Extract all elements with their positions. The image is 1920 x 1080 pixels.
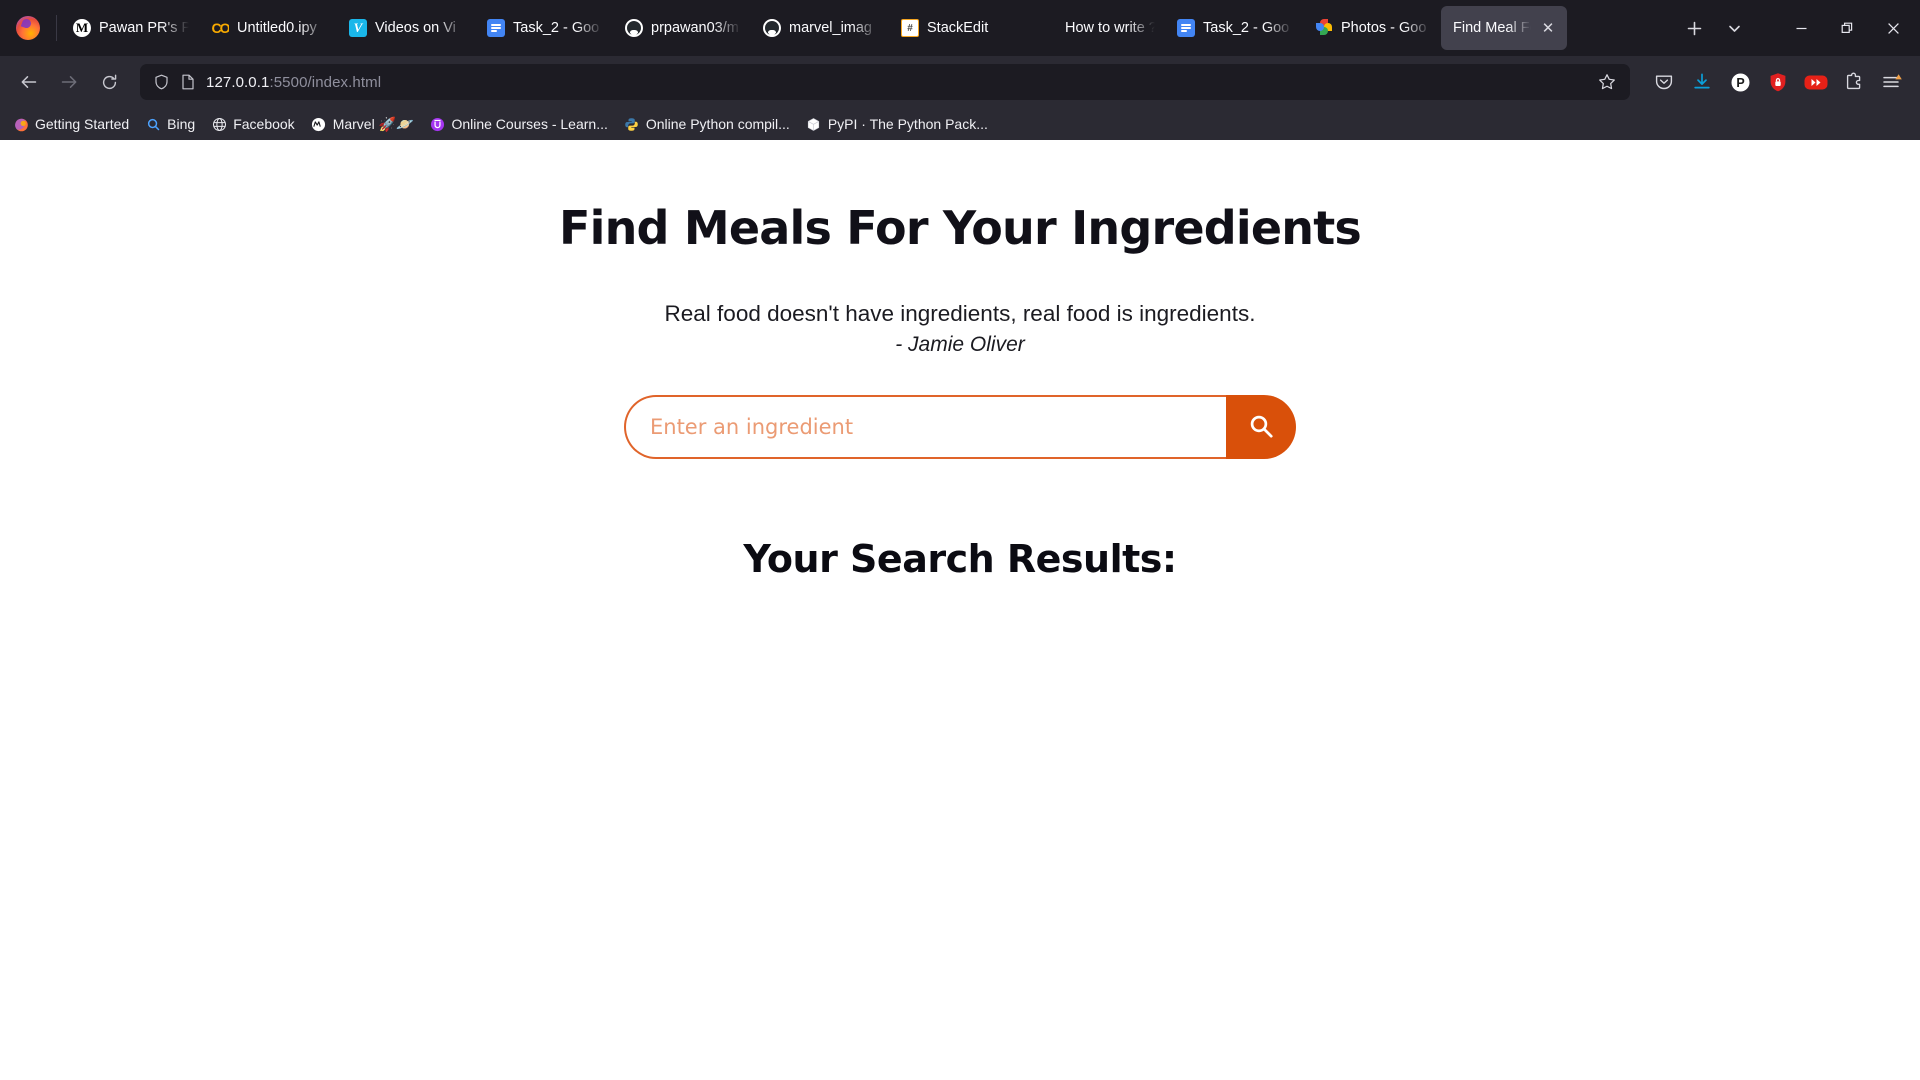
stackedit-icon: #: [901, 19, 919, 37]
firefox-icon: [13, 116, 29, 132]
google-docs-icon: [1177, 19, 1195, 37]
tabstrip-controls: [1674, 8, 1916, 48]
browser-tab[interactable]: M Pawan PR's P: [61, 6, 199, 50]
bookmark-label: Marvel 🚀🪐: [332, 115, 414, 132]
forward-button[interactable]: [50, 63, 88, 101]
shield-lock-icon[interactable]: [1760, 64, 1796, 100]
browser-tab[interactable]: How to write ? |: [1027, 6, 1165, 50]
bookmark-item[interactable]: Bing: [138, 113, 202, 135]
github-icon: [625, 19, 643, 37]
browser-tab[interactable]: prpawan03/m: [613, 6, 751, 50]
bookmark-label: Getting Started: [35, 116, 130, 132]
google-docs-icon: [487, 19, 505, 37]
address-bar[interactable]: 127.0.0.1:5500/index.html: [140, 64, 1630, 100]
tab-title: prpawan03/m: [651, 20, 739, 36]
tab-title: Untitled0.ipy: [237, 20, 317, 36]
browser-tab-active[interactable]: Find Meal For Y ✕: [1441, 6, 1567, 50]
tab-title: Pawan PR's P: [99, 20, 189, 36]
meal-finder-page: Find Meals For Your Ingredients Real foo…: [0, 140, 1920, 581]
video-downloader-icon[interactable]: [1798, 64, 1834, 100]
globe-icon: [211, 116, 227, 132]
browser-tab[interactable]: Task_2 - Goo: [475, 6, 613, 50]
pocket-icon[interactable]: [1646, 64, 1682, 100]
bookmark-label: Online Courses - Learn...: [451, 116, 608, 132]
browser-tab[interactable]: Photos - Goo: [1303, 6, 1441, 50]
star-icon[interactable]: [1592, 67, 1622, 97]
browser-tab[interactable]: marvel_imag: [751, 6, 889, 50]
tab-title: Videos on Vi: [375, 20, 456, 36]
vimeo-icon: V: [349, 19, 367, 37]
quote-author: - Jamie Oliver: [895, 332, 1025, 356]
udemy-icon: [429, 116, 445, 132]
bookmark-label: PyPI · The Python Pack...: [827, 116, 988, 132]
tab-title: StackEdit: [927, 20, 989, 36]
window-controls: [1778, 8, 1916, 48]
browser-tab[interactable]: Task_2 - Goo: [1165, 6, 1303, 50]
close-window-button[interactable]: [1870, 8, 1916, 48]
page-viewport: Find Meals For Your Ingredients Real foo…: [0, 140, 1920, 1080]
bookmark-item[interactable]: Online Courses - Learn...: [422, 113, 614, 135]
tab-title: Task_2 - Goo: [513, 20, 600, 36]
browser-window: M Pawan PR's P CO Untitled0.ipy V Videos…: [0, 0, 1920, 1080]
downloads-icon[interactable]: [1684, 64, 1720, 100]
search-icon: [145, 116, 161, 132]
bookmark-item[interactable]: Online Python compil...: [617, 113, 797, 135]
browser-tab[interactable]: CO Untitled0.ipy: [199, 6, 337, 50]
tab-title: How to write ? |: [1065, 20, 1155, 36]
medium-icon: [311, 116, 327, 132]
bookmark-label: Online Python compil...: [645, 116, 790, 132]
browser-tab[interactable]: V Videos on Vi: [337, 6, 475, 50]
github-icon: [763, 19, 781, 37]
tab-title: Find Meal For Y: [1453, 20, 1531, 36]
tab-title: marvel_imag: [789, 20, 872, 36]
bookmark-item[interactable]: Marvel 🚀🪐: [304, 113, 421, 136]
page-document-icon[interactable]: [179, 73, 197, 91]
blank-favicon-icon: [1039, 19, 1057, 37]
reload-button[interactable]: [90, 63, 128, 101]
tab-list: M Pawan PR's P CO Untitled0.ipy V Videos…: [61, 0, 1674, 56]
tab-title: Photos - Goo: [1341, 20, 1427, 36]
python-icon: [624, 116, 640, 132]
google-photos-icon: [1315, 19, 1333, 37]
extensions-icon[interactable]: [1836, 64, 1872, 100]
bookmark-item[interactable]: Getting Started: [6, 113, 136, 135]
navigation-toolbar: 127.0.0.1:5500/index.html P: [0, 56, 1920, 108]
back-button[interactable]: [10, 63, 48, 101]
bookmark-item[interactable]: PyPI · The Python Pack...: [799, 113, 995, 135]
bookmark-label: Bing: [167, 116, 196, 132]
search-input[interactable]: [624, 394, 1226, 459]
svg-text:P: P: [1736, 76, 1744, 90]
privacy-badger-icon[interactable]: P: [1722, 64, 1758, 100]
ingredient-search-bar: [624, 394, 1296, 459]
new-tab-button[interactable]: [1674, 8, 1714, 48]
maximize-restore-button[interactable]: [1824, 8, 1870, 48]
list-all-tabs-button[interactable]: [1714, 8, 1754, 48]
url-path: :5500/index.html: [269, 73, 382, 91]
bookmark-item[interactable]: Facebook: [204, 113, 301, 135]
tab-strip: M Pawan PR's P CO Untitled0.ipy V Videos…: [0, 0, 1920, 56]
close-icon[interactable]: ✕: [1539, 19, 1557, 37]
shield-icon[interactable]: [152, 73, 170, 91]
minimize-button[interactable]: [1778, 8, 1824, 48]
bookmark-label: Facebook: [233, 116, 295, 132]
page-title: Find Meals For Your Ingredients: [559, 201, 1362, 255]
browser-tab[interactable]: # StackEdit: [889, 6, 1027, 50]
app-menu-icon[interactable]: [1874, 64, 1910, 100]
colab-icon: CO: [211, 20, 230, 36]
search-icon: [1250, 415, 1273, 438]
url-text[interactable]: 127.0.0.1:5500/index.html: [206, 74, 1583, 91]
package-icon: [806, 116, 822, 132]
browser-toolbar-icons: P: [1646, 64, 1910, 100]
firefox-logo-icon: [0, 0, 56, 56]
quote-text: Real food doesn't have ingredients, real…: [664, 300, 1256, 326]
results-heading: Your Search Results:: [743, 536, 1177, 581]
tabstrip-divider: [56, 15, 57, 41]
bookmarks-toolbar: Getting Started Bing Facebook Marvel 🚀🪐 …: [0, 108, 1920, 140]
medium-icon: M: [73, 19, 91, 37]
search-button[interactable]: [1226, 394, 1296, 459]
tab-title: Task_2 - Goo: [1203, 20, 1290, 36]
url-host: 127.0.0.1: [206, 73, 270, 91]
